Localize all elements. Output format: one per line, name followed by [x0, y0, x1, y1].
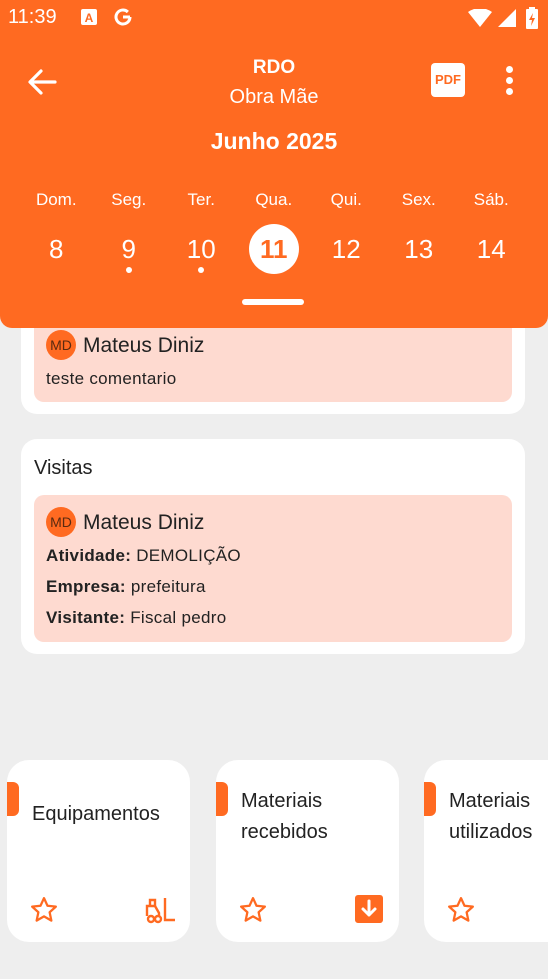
company-label: Empresa:	[46, 577, 126, 596]
month-label: Junho 2025	[210, 128, 338, 154]
tile-accent-bar	[216, 782, 228, 816]
has-entries-dot	[125, 267, 132, 273]
visits-card: Visitas MD Mateus Diniz Atividade: DEMOL…	[21, 439, 525, 654]
day-saturday[interactable]: Sáb. 14	[455, 190, 528, 274]
header: RDO Obra Mãe PDF Junho 2025 Dom. 8 Seg. …	[0, 36, 548, 328]
tile-equipamentos[interactable]: Equipamentos	[7, 760, 190, 942]
day-name: Seg.	[111, 190, 147, 209]
tile-accent-bar	[424, 782, 436, 816]
day-number: 13	[404, 234, 434, 264]
page-subtitle: Obra Mãe	[229, 86, 319, 108]
page-title: RDO	[252, 57, 296, 78]
day-name: Qua.	[255, 190, 293, 209]
week-day-selector: Dom. 8 Seg. 9 Ter. 10 Qua. 11 Qui. 12 Se…	[20, 190, 528, 274]
visit-company: Empresa: prefeitura	[46, 577, 206, 597]
day-name: Qui.	[330, 190, 362, 209]
signal-icon	[498, 9, 516, 32]
day-friday[interactable]: Sex. 13	[383, 190, 456, 274]
visit-item: MD Mateus Diniz Atividade: DEMOLIÇÃO Emp…	[34, 495, 512, 642]
tile-materiais-utilizados[interactable]: Materiais utilizados	[424, 760, 548, 942]
tile-accent-bar	[7, 782, 19, 816]
day-number: 12	[331, 234, 361, 264]
day-wednesday-selected[interactable]: Qua. 11	[238, 190, 311, 274]
company-value: prefeitura	[130, 577, 206, 596]
comment-text: teste comentario	[46, 369, 177, 388]
svg-text:A: A	[85, 11, 94, 25]
pdf-export-button[interactable]: PDF	[431, 63, 465, 97]
day-tuesday[interactable]: Ter. 10	[165, 190, 238, 274]
day-number: 11	[248, 224, 299, 274]
activity-value: DEMOLIÇÃO	[136, 546, 241, 565]
star-icon[interactable]	[238, 895, 268, 925]
notification-a-icon: A	[80, 8, 98, 31]
avatar: MD	[46, 507, 76, 537]
tile-materiais-recebidos[interactable]: Materiais recebidos	[216, 760, 399, 942]
visits-title: Visitas	[34, 457, 93, 479]
tile-label: Materiais recebidos	[241, 790, 328, 843]
day-number: 8	[49, 234, 64, 264]
day-name: Sáb.	[473, 190, 509, 209]
status-time: 11:39	[8, 6, 57, 28]
visit-activity: Atividade: DEMOLIÇÃO	[46, 546, 241, 566]
avatar: MD	[46, 330, 76, 360]
more-options-icon[interactable]	[498, 66, 520, 96]
visitor-label: Visitante:	[46, 608, 126, 627]
wifi-icon	[468, 8, 492, 32]
drag-handle[interactable]	[242, 299, 304, 305]
day-name: Dom.	[35, 190, 77, 209]
star-icon[interactable]	[446, 895, 476, 925]
battery-icon	[526, 7, 538, 34]
star-icon[interactable]	[29, 895, 59, 925]
day-number: 14	[476, 234, 506, 264]
forklift-icon	[144, 894, 176, 926]
day-thursday[interactable]: Qui. 12	[310, 190, 383, 274]
day-sunday[interactable]: Dom. 8	[20, 190, 93, 274]
tile-label: Equipamentos	[32, 803, 160, 825]
visitor-value: Fiscal pedro	[130, 608, 227, 627]
day-monday[interactable]: Seg. 9	[93, 190, 166, 274]
day-name: Ter.	[187, 190, 215, 209]
comment-user-name: Mateus Diniz	[83, 334, 205, 357]
day-name: Sex.	[401, 190, 436, 209]
visit-visitor: Visitante: Fiscal pedro	[46, 608, 226, 628]
status-bar: 11:39 A	[0, 0, 548, 36]
download-icon	[354, 894, 386, 926]
google-icon	[112, 6, 134, 33]
visit-user-name: Mateus Diniz	[83, 511, 205, 534]
activity-label: Atividade:	[46, 546, 132, 565]
tile-label: Materiais utilizados	[449, 790, 533, 843]
